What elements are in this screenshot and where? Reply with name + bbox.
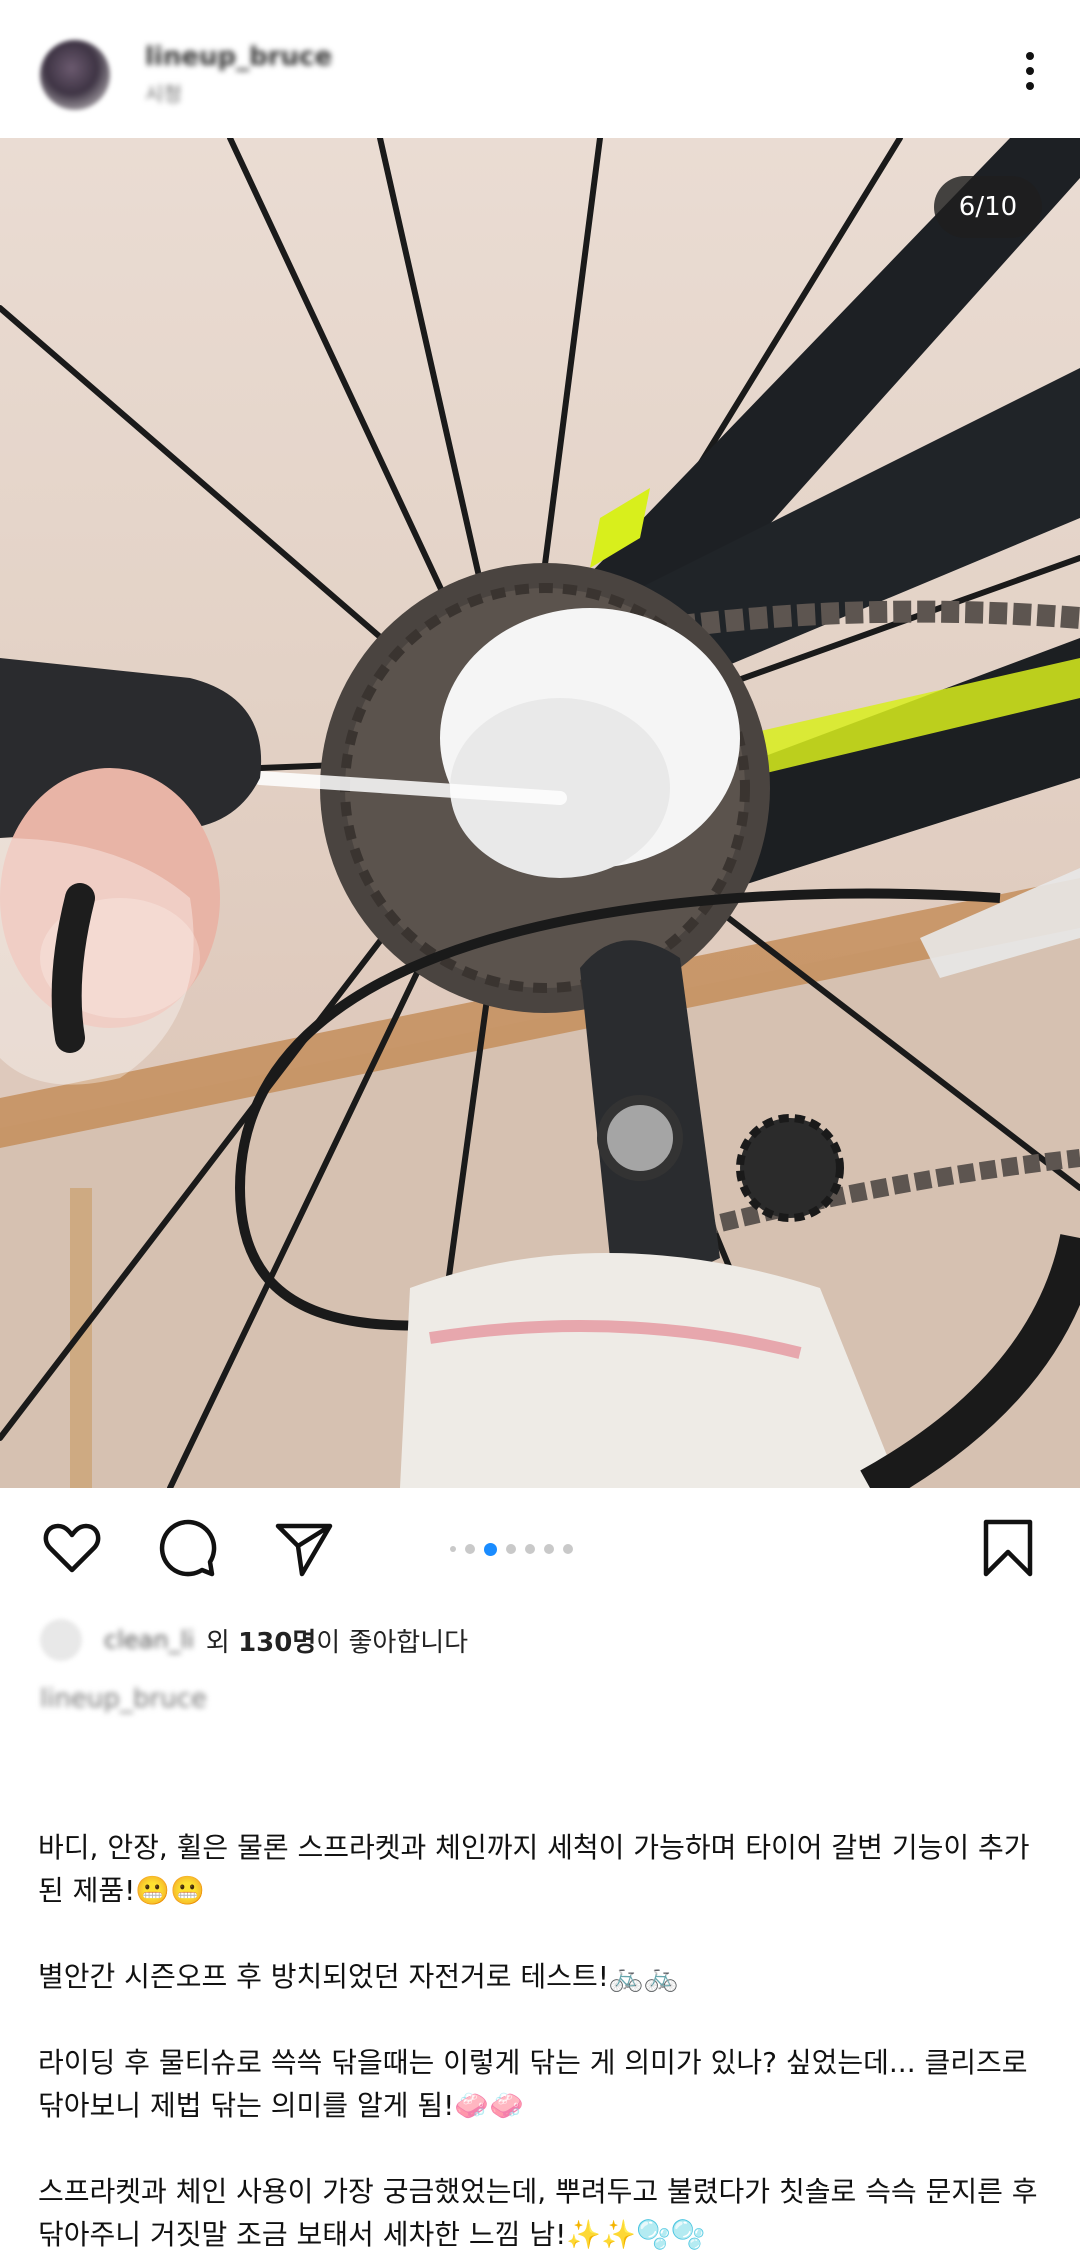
post-photo[interactable]: 6/10	[0, 138, 1080, 1488]
carousel-dot	[465, 1544, 475, 1554]
carousel-counter: 6/10	[934, 176, 1042, 238]
liker-avatar	[40, 1619, 82, 1661]
avatar[interactable]	[40, 40, 110, 110]
caption-paragraph: 라이딩 후 물티슈로 쓱쓱 닦을때는 이렇게 닦는 게 의미가 있나? 싶었는데…	[38, 2046, 1037, 2122]
carousel-dot	[544, 1544, 554, 1554]
likes-suffix: 이 좋아합니다	[316, 1627, 469, 1658]
post-header: lineup_bruce 시청	[0, 0, 1080, 138]
likes-summary[interactable]: clean_li 외 130명이 좋아합니다	[40, 1618, 468, 1662]
likes-count[interactable]: 130명	[238, 1628, 316, 1658]
bike-cassette-photo	[0, 138, 1080, 1488]
more-options-icon[interactable]	[1010, 46, 1050, 96]
caption-paragraph: 바디, 안장, 휠은 물론 스프라켓과 체인까지 세척이 가능하며 타이어 갈변…	[38, 1831, 1030, 1907]
action-bar	[0, 1488, 1080, 1608]
carousel-dots	[450, 1542, 573, 1556]
carousel-dot	[506, 1544, 516, 1554]
carousel-dot-active	[484, 1542, 497, 1556]
comment-icon[interactable]	[156, 1516, 220, 1580]
heart-icon[interactable]	[40, 1516, 104, 1580]
carousel-dot	[563, 1544, 573, 1554]
post-subtext: 시청	[145, 82, 182, 106]
likes-prefix: 외	[205, 1627, 239, 1658]
caption-author[interactable]: lineup_bruce	[40, 1684, 207, 1714]
bookmark-icon[interactable]	[976, 1516, 1040, 1580]
carousel-dot	[525, 1544, 535, 1554]
post-caption: 바디, 안장, 휠은 물론 스프라켓과 체인까지 세척이 가능하며 타이어 갈변…	[38, 1826, 1048, 2250]
caption-paragraph: 스프라켓과 체인 사용이 가장 궁금했었는데, 뿌려두고 불렸다가 칫솔로 슥슥…	[38, 2175, 1047, 2250]
username[interactable]: lineup_bruce	[145, 42, 332, 72]
carousel-dot	[450, 1546, 456, 1552]
caption-paragraph: 별안간 시즌오프 후 방치되었던 자전거로 테스트!🚲🚲	[38, 1960, 679, 1993]
send-icon[interactable]	[272, 1516, 336, 1580]
liker-username[interactable]: clean_li	[104, 1626, 194, 1654]
likes-text: 외 130명이 좋아합니다	[206, 1622, 468, 1659]
